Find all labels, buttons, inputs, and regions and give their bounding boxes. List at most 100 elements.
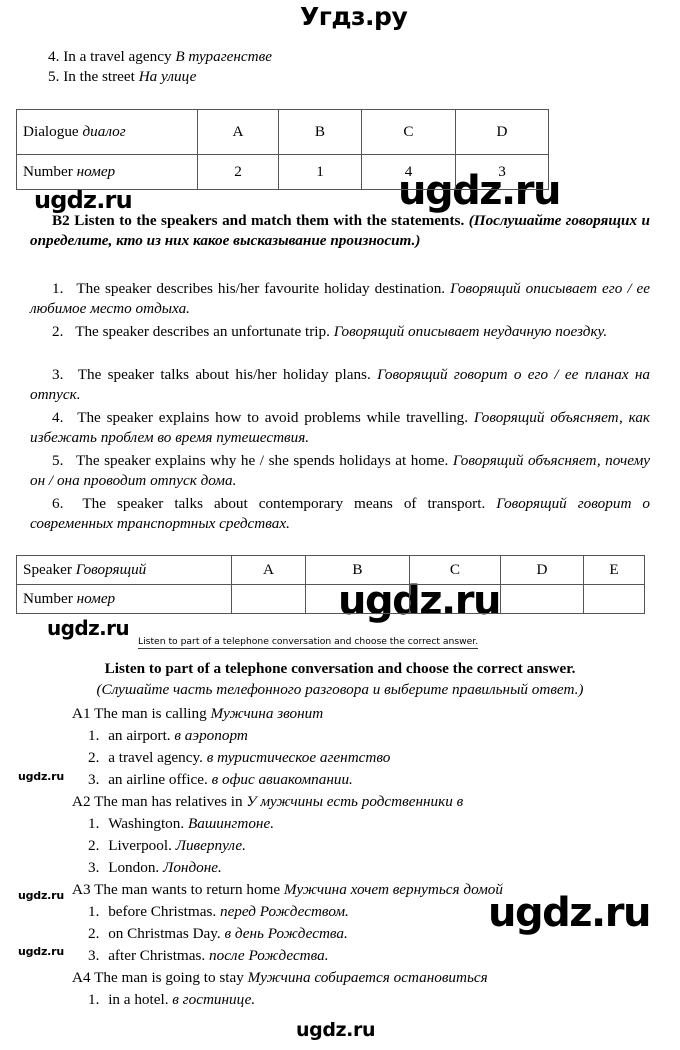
top-item-5: 5. In the street На улице <box>48 67 196 87</box>
question-a2-code: A2 <box>72 793 91 810</box>
task-a-heading-en: Listen to part of a telephone conversati… <box>104 660 576 677</box>
dialogue-col-b: B <box>278 109 362 155</box>
question-a3-option-1-en: before Christmas. <box>108 903 217 920</box>
speaker-number-label-ru: номер <box>76 590 116 607</box>
speaker-number-row-label: Number номер <box>16 584 232 614</box>
watermark-mid-2: ugdz.ru <box>47 616 130 640</box>
speaker-answer-c[interactable] <box>409 584 501 614</box>
question-a3-option-2-en: on Christmas Day. <box>108 925 221 942</box>
speaker-answer-b[interactable] <box>305 584 410 614</box>
statement-3: 3. The speaker talks about his/her holid… <box>30 365 650 404</box>
question-a1-option-1-ru: в аэропорт <box>174 727 248 744</box>
question-a2-option-1-ru: Вашингтоне. <box>187 815 274 832</box>
question-a2-option-1[interactable]: 1. Washington. Вашингтоне. <box>88 814 274 834</box>
question-a2-option-2-ru: Ливерпуле. <box>175 837 246 854</box>
speaker-col-a: A <box>231 555 306 585</box>
question-a1-option-2-en: a travel agency. <box>108 749 203 766</box>
question-a3-stem-ru: Мужчина хочет вернуться домой <box>283 881 503 898</box>
number-label-ru: номер <box>76 163 116 180</box>
speaker-col-c: C <box>409 555 501 585</box>
speaker-label-ru: Говорящий <box>75 561 147 578</box>
question-a3-option-2[interactable]: 2. on Christmas Day. в день Рождества. <box>88 924 348 944</box>
document-page: Угдз.ру ugdz.ru ugdz.ru ugdz.ru ugdz.ru … <box>0 0 680 1050</box>
question-a2-option-3[interactable]: 3. London. Лондоне. <box>88 858 222 878</box>
watermark-big-3: ugdz.ru <box>488 890 651 936</box>
table-row: Dialogue диалог A B C D <box>16 109 549 155</box>
speaker-row-label: Speaker Говорящий <box>16 555 232 585</box>
question-a1-option-3-en: an airline office. <box>108 771 208 788</box>
watermark-small-3: ugdz.ru <box>18 945 65 958</box>
question-a3-option-1[interactable]: 1. before Christmas. перед Рождеством. <box>88 902 349 922</box>
watermark-footer: ugdz.ru <box>296 1019 376 1041</box>
question-a2-option-1-en: Washington. <box>108 815 185 832</box>
question-a1-option-1[interactable]: 1. an airport. в аэропорт <box>88 726 248 746</box>
question-a2-option-2[interactable]: 2. Liverpool. Ливерпуле. <box>88 836 246 856</box>
question-a2-option-2-en: Liverpool. <box>108 837 172 854</box>
statement-5-en: The speaker explains why he / she spends… <box>75 452 449 469</box>
question-a1-stem-ru: Мужчина звонит <box>210 705 324 722</box>
statement-2: 2. The speaker describes an unfortunate … <box>30 322 650 342</box>
question-a1-option-3[interactable]: 3. an airline office. в офис авиакомпани… <box>88 770 353 790</box>
question-a1-option-2-ru: в туристическое агентство <box>206 749 391 766</box>
speaker-answer-table: Speaker Говорящий A B C D E Number номер <box>16 555 645 614</box>
statement-5-num: 5. <box>52 452 64 469</box>
speaker-answer-d[interactable] <box>500 584 584 614</box>
question-a2-option-3-en: London. <box>108 859 160 876</box>
statement-1-num: 1. <box>52 280 64 297</box>
question-a3-stem-en: The man wants to return home <box>94 881 281 898</box>
top-item-4: 4. In a travel agency В турагенстве <box>48 47 272 67</box>
speaker-answer-e[interactable] <box>583 584 645 614</box>
top-item-5-num: 5. <box>48 68 60 85</box>
question-a4-code: A4 <box>72 969 91 986</box>
dialogue-label-ru: диалог <box>82 123 126 140</box>
question-a3-option-2-ru: в день Рождества. <box>224 925 348 942</box>
question-a4-option-1[interactable]: 1. in a hotel. в гостинице. <box>88 990 255 1010</box>
statement-6: 6. The speaker talks about contemporary … <box>30 494 650 533</box>
task-b2-title-en: Listen to the speakers and match them wi… <box>74 212 461 229</box>
dialogue-answer-d[interactable]: 3 <box>455 154 549 190</box>
dialogue-answer-b[interactable]: 1 <box>278 154 362 190</box>
question-a3-option-3-ru: после Рождества. <box>209 947 329 964</box>
question-a2-stem-ru: У мужчины есть родственники в <box>246 793 464 810</box>
question-a4-stem: A4 The man is going to stay Мужчина соби… <box>72 968 488 988</box>
question-a3-stem: A3 The man wants to return home Мужчина … <box>72 880 503 900</box>
dialogue-col-c: C <box>361 109 456 155</box>
question-a2-option-3-ru: Лондоне. <box>163 859 222 876</box>
speaker-answer-a[interactable] <box>231 584 306 614</box>
question-a2-option-2-num: 2. <box>88 837 100 854</box>
small-caption: Listen to part of a telephone conversati… <box>138 636 479 649</box>
number-row-label: Number номер <box>16 154 198 190</box>
speaker-number-label-en: Number <box>23 590 77 607</box>
question-a3-code: A3 <box>72 881 91 898</box>
top-item-5-en: In the street <box>63 68 135 85</box>
number-label-en: Number <box>23 163 77 180</box>
speaker-col-b: B <box>305 555 410 585</box>
question-a2-option-3-num: 3. <box>88 859 100 876</box>
question-a1-option-2-num: 2. <box>88 749 100 766</box>
dialogue-answer-a[interactable]: 2 <box>197 154 279 190</box>
statement-5: 5. The speaker explains why he / she spe… <box>30 451 650 490</box>
task-a-heading-ru: (Слушайте часть телефонного разговора и … <box>30 680 650 700</box>
task-a-heading-ru-text: (Слушайте часть телефонного разговора и … <box>96 681 584 698</box>
question-a3-option-1-num: 1. <box>88 903 100 920</box>
statement-3-num: 3. <box>52 366 64 383</box>
question-a3-option-3[interactable]: 3. after Christmas. после Рождества. <box>88 946 329 966</box>
question-a4-option-1-num: 1. <box>88 991 100 1008</box>
question-a3-option-1-ru: перед Рождеством. <box>219 903 349 920</box>
dialogue-answer-c[interactable]: 4 <box>361 154 456 190</box>
top-item-4-num: 4. <box>48 48 60 65</box>
statement-1-en: The speaker describes his/her favourite … <box>76 280 446 297</box>
table-row: Number номер <box>16 584 645 614</box>
top-item-5-ru: На улице <box>138 68 197 85</box>
question-a1-option-3-num: 3. <box>88 771 100 788</box>
question-a4-option-1-ru: в гостинице. <box>172 991 256 1008</box>
speaker-label-en: Speaker <box>23 561 76 578</box>
table-row: Speaker Говорящий A B C D E <box>16 555 645 585</box>
watermark-header: Угдз.ру <box>300 2 408 31</box>
question-a1-option-2[interactable]: 2. a travel agency. в туристическое аген… <box>88 748 390 768</box>
statement-6-en: The speaker talks about contemporary mea… <box>82 495 486 512</box>
question-a4-stem-ru: Мужчина собирается остановиться <box>247 969 488 986</box>
speaker-col-e: E <box>583 555 645 585</box>
question-a4-option-1-en: in a hotel. <box>108 991 169 1008</box>
speaker-col-d: D <box>500 555 584 585</box>
